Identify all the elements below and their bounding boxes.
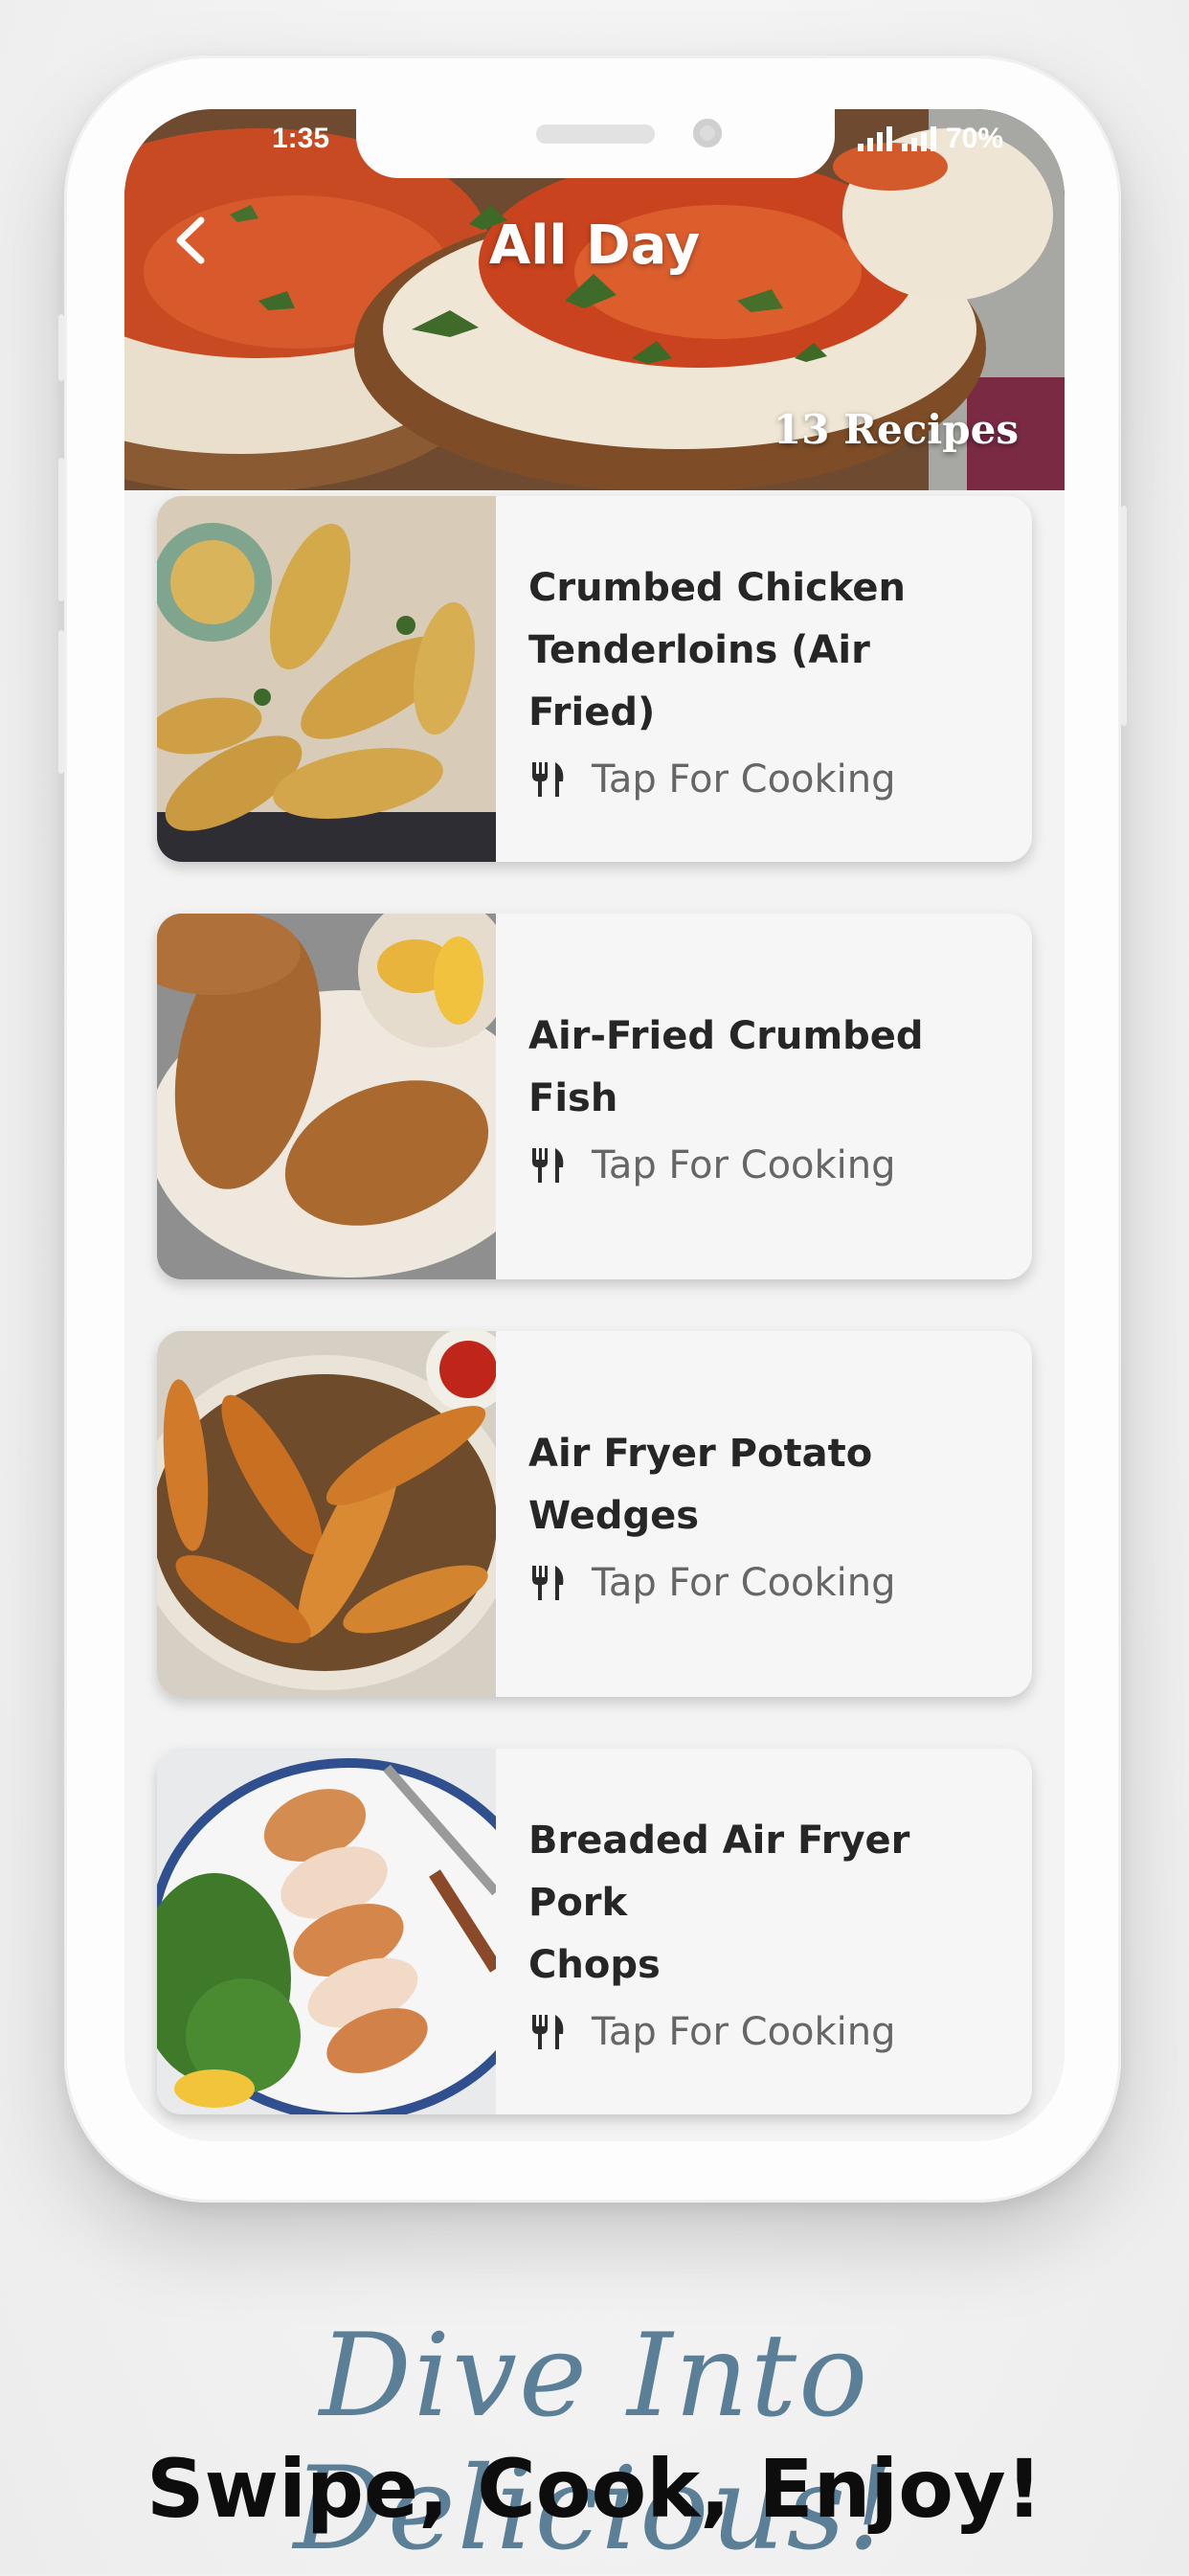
signal-icon bbox=[901, 126, 936, 151]
recipe-title-line: Chops bbox=[528, 1942, 661, 1987]
recipe-title: Air Fryer Potato Wedges bbox=[528, 1423, 1009, 1548]
action-label: Tap For Cooking bbox=[592, 757, 896, 802]
fork-knife-icon bbox=[532, 761, 564, 797]
recipe-image bbox=[157, 1331, 496, 1697]
recipe-title: Crumbed Chicken Tenderloins (Air Fried) bbox=[528, 557, 1009, 744]
recipe-card[interactable]: Crumbed Chicken Tenderloins (Air Fried) … bbox=[157, 496, 1032, 862]
recipe-title-line: Air-Fried Crumbed Fish bbox=[528, 1014, 924, 1120]
recipe-title: Breaded Air Fryer Pork Chops bbox=[528, 1810, 1009, 1997]
recipe-card[interactable]: Breaded Air Fryer Pork Chops Tap For Coo… bbox=[157, 1749, 1032, 2114]
recipe-card[interactable]: Air-Fried Crumbed Fish Tap For Cooking bbox=[157, 914, 1032, 1279]
recipe-info: Crumbed Chicken Tenderloins (Air Fried) … bbox=[528, 496, 1009, 862]
recipe-image bbox=[157, 1749, 496, 2114]
mute-switch bbox=[58, 314, 64, 381]
fork-knife-icon bbox=[532, 1148, 564, 1183]
recipe-title: Air-Fried Crumbed Fish bbox=[528, 1006, 1009, 1130]
signal-icon bbox=[857, 126, 892, 151]
power-button bbox=[1121, 506, 1127, 726]
tap-for-cooking[interactable]: Tap For Cooking bbox=[528, 2010, 1009, 2054]
tap-for-cooking[interactable]: Tap For Cooking bbox=[528, 757, 1009, 802]
recipe-info: Air-Fried Crumbed Fish Tap For Cooking bbox=[528, 914, 1009, 1279]
recipe-title-line: Breaded Air Fryer Pork bbox=[528, 1818, 910, 1925]
volume-up-button bbox=[58, 458, 64, 601]
front-camera bbox=[693, 119, 722, 147]
recipe-image bbox=[157, 914, 496, 1279]
recipe-info: Air Fryer Potato Wedges Tap For Cooking bbox=[528, 1331, 1009, 1697]
recipe-title-line: Crumbed Chicken bbox=[528, 565, 906, 610]
header-banner: 1:35 70% All Day 13 Recipes bbox=[124, 109, 1065, 490]
page-title: All Day bbox=[488, 215, 701, 277]
recipe-title-line: Air Fryer Potato Wedges bbox=[528, 1432, 873, 1538]
recipe-title-line: Tenderloins (Air Fried) bbox=[528, 627, 870, 734]
action-label: Tap For Cooking bbox=[592, 1561, 896, 1605]
app-screen: 1:35 70% All Day 13 Recipes Crumbed Chic… bbox=[124, 109, 1065, 2141]
device-notch bbox=[356, 109, 835, 178]
volume-down-button bbox=[58, 630, 64, 774]
tap-for-cooking[interactable]: Tap For Cooking bbox=[528, 1143, 1009, 1187]
status-indicators: 70% bbox=[857, 123, 1003, 155]
action-label: Tap For Cooking bbox=[592, 1143, 896, 1187]
tap-for-cooking[interactable]: Tap For Cooking bbox=[528, 1561, 1009, 1605]
recipe-image bbox=[157, 496, 496, 862]
status-time: 1:35 bbox=[272, 123, 330, 154]
promo-subline: Swipe, Cook, Enjoy! bbox=[146, 2442, 1043, 2536]
battery-percentage: 70% bbox=[945, 123, 1003, 154]
action-label: Tap For Cooking bbox=[592, 2009, 896, 2054]
recipe-count: 13 Recipes bbox=[774, 406, 1019, 453]
earpiece-speaker bbox=[536, 124, 655, 144]
recipe-card[interactable]: Air Fryer Potato Wedges Tap For Cooking bbox=[157, 1331, 1032, 1697]
recipe-info: Breaded Air Fryer Pork Chops Tap For Coo… bbox=[528, 1749, 1009, 2114]
fork-knife-icon bbox=[532, 1566, 564, 1600]
fork-knife-icon bbox=[532, 2014, 564, 2049]
